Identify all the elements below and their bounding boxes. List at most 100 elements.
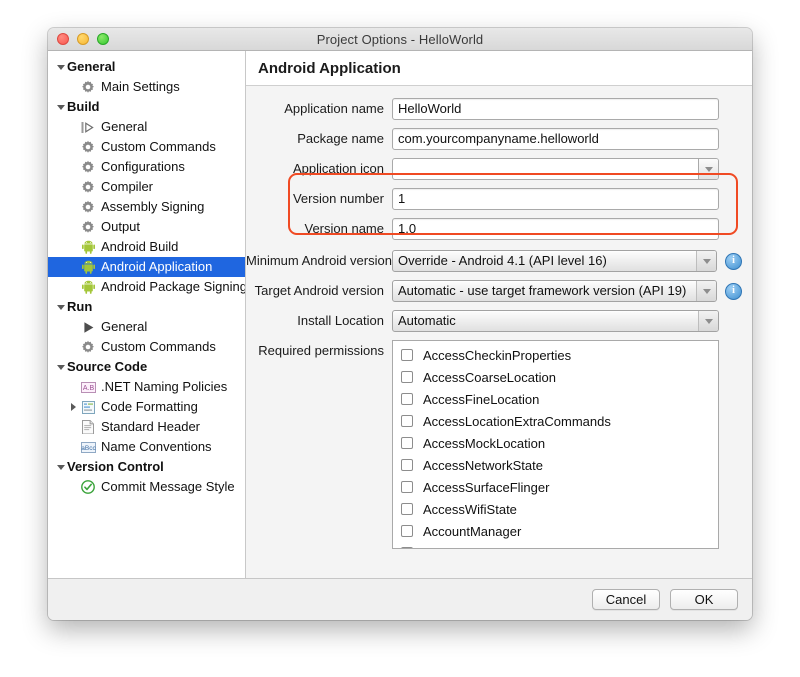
permission-row[interactable]: AccessFineLocation [393, 388, 718, 410]
row-application-name: Application name HelloWorld [246, 98, 742, 120]
sidebar-item-label: Custom Commands [101, 339, 216, 354]
sidebar-item-main-settings[interactable]: Main Settings [48, 77, 245, 97]
permission-row[interactable]: AccessCoarseLocation [393, 366, 718, 388]
target-android-version-select[interactable]: Automatic - use target framework version… [392, 280, 717, 302]
gear-icon [80, 80, 96, 94]
install-location-dropdown-button[interactable] [698, 311, 718, 331]
chevron-down-icon[interactable] [54, 104, 67, 110]
sidebar-item-source-code[interactable]: Source Code [48, 357, 245, 377]
install-location-select[interactable]: Automatic [392, 310, 719, 332]
window-title: Project Options - HelloWorld [316, 31, 484, 47]
target-android-version-label: Target Android version [254, 283, 384, 298]
required-permissions-list[interactable]: AccessCheckinProperties AccessCoarseLocat… [392, 340, 719, 549]
sidebar-item-output[interactable]: Output [48, 217, 245, 237]
permission-row[interactable]: AccessMockLocation [393, 432, 718, 454]
sidebar-item-commit-message-style[interactable]: Commit Message Style [48, 477, 245, 497]
sidebar-item-custom-commands[interactable]: Custom Commands [48, 337, 245, 357]
chevron-down-icon [702, 288, 711, 294]
sidebar-item-general[interactable]: General [48, 57, 245, 77]
permission-row[interactable]: AccessWifiState [393, 498, 718, 520]
permission-row[interactable]: AccountManager [393, 520, 718, 542]
sidebar-item-custom-commands[interactable]: Custom Commands [48, 137, 245, 157]
sidebar-item-label: Android Build [101, 239, 179, 254]
application-icon-label: Application icon [292, 161, 384, 176]
sidebar-item-assembly-signing[interactable]: Assembly Signing [48, 197, 245, 217]
sidebar-item-label: Assembly Signing [101, 199, 205, 214]
svg-text:aBcc: aBcc [81, 445, 96, 452]
permission-checkbox[interactable] [401, 459, 413, 471]
cancel-button[interactable]: Cancel [592, 589, 660, 610]
window-titlebar: Project Options - HelloWorld [48, 28, 752, 51]
sidebar-item-net-naming-policies[interactable]: A.B .NET Naming Policies [48, 377, 245, 397]
application-icon-combobox[interactable] [392, 158, 719, 180]
sidebar-item-name-conventions[interactable]: aBcc Name Conventions [48, 437, 245, 457]
sidebar-item-android-build[interactable]: Android Build [48, 237, 245, 257]
sidebar-item-general[interactable]: General [48, 317, 245, 337]
sidebar-item-label: Build [67, 99, 100, 114]
zoom-button[interactable] [97, 33, 109, 45]
minimize-button[interactable] [77, 33, 89, 45]
sidebar-item-android-package-signing[interactable]: Android Package Signing [48, 277, 245, 297]
target-android-version-dropdown-button[interactable] [696, 281, 716, 301]
application-icon-dropdown-button[interactable] [698, 159, 718, 179]
permission-checkbox[interactable] [401, 371, 413, 383]
permission-checkbox[interactable] [401, 349, 413, 361]
sidebar-item-label: Commit Message Style [101, 479, 235, 494]
version-number-input[interactable]: 1 [392, 188, 719, 210]
sidebar-item-standard-header[interactable]: Standard Header [48, 417, 245, 437]
sidebar-item-version-control[interactable]: Version Control [48, 457, 245, 477]
sidebar-item-label: Main Settings [101, 79, 180, 94]
chevron-down-icon[interactable] [54, 304, 67, 310]
close-button[interactable] [57, 33, 69, 45]
page-title: Android Application [258, 59, 401, 77]
chevron-down-icon[interactable] [54, 464, 67, 470]
version-name-input[interactable]: 1.0 [392, 218, 719, 240]
ok-button[interactable]: OK [670, 589, 738, 610]
permission-row[interactable]: AccessCheckinProperties [393, 344, 718, 366]
chevron-down-icon[interactable] [54, 364, 67, 370]
sidebar-item-label: Custom Commands [101, 139, 216, 154]
sidebar-item-configurations[interactable]: Configurations [48, 157, 245, 177]
sidebar-item-label: .NET Naming Policies [101, 379, 228, 394]
permission-checkbox[interactable] [401, 415, 413, 427]
target-android-version-info-icon[interactable]: i [725, 282, 742, 300]
package-name-label: Package name [297, 131, 384, 146]
sidebar-item-general[interactable]: General [48, 117, 245, 137]
minimum-android-version-label: Minimum Android version [246, 253, 392, 268]
minimum-android-version-select[interactable]: Override - Android 4.1 (API level 16) [392, 250, 717, 272]
package-name-input[interactable]: com.yourcompanyname.helloworld [392, 128, 719, 150]
sidebar-item-label: Name Conventions [101, 439, 212, 454]
minimum-android-version-info-icon[interactable]: i [725, 252, 742, 270]
abc-icon: aBcc [80, 440, 96, 454]
sidebar-item-build[interactable]: Build [48, 97, 245, 117]
chevron-down-icon [704, 166, 713, 172]
permission-checkbox[interactable] [401, 481, 413, 493]
sidebar-item-android-application[interactable]: Android Application [48, 257, 245, 277]
chevron-right-icon[interactable] [67, 403, 80, 411]
minimum-android-version-value: Override - Android 4.1 (API level 16) [398, 253, 607, 268]
permission-label: AccessWifiState [423, 501, 517, 517]
permission-checkbox[interactable] [401, 547, 413, 548]
permission-row[interactable]: AccessLocationExtraCommands [393, 410, 718, 432]
permission-row[interactable]: AccessNetworkState [393, 454, 718, 476]
sidebar-item-label: Android Package Signing [101, 279, 246, 294]
permission-label: AccountManager [423, 523, 522, 539]
minimum-android-version-dropdown-button[interactable] [696, 251, 716, 271]
application-name-input[interactable]: HelloWorld [392, 98, 719, 120]
permission-label: AccessNetworkState [423, 457, 543, 473]
permission-row[interactable]: AccessSurfaceFlinger [393, 476, 718, 498]
sidebar-item-compiler[interactable]: Compiler [48, 177, 245, 197]
sidebar-item-code-formatting[interactable]: Code Formatting [48, 397, 245, 417]
row-application-icon: Application icon [246, 158, 742, 180]
options-sidebar[interactable]: General Main Settings Build General Custom C… [48, 51, 246, 578]
row-minimum-android-version: Minimum Android version Override - Andro… [246, 250, 742, 272]
permission-checkbox[interactable] [401, 525, 413, 537]
chevron-down-icon[interactable] [54, 64, 67, 70]
sidebar-item-label: General [101, 119, 148, 134]
permission-checkbox[interactable] [401, 437, 413, 449]
permission-row[interactable]: AddVoicemail [393, 542, 718, 548]
sidebar-item-run[interactable]: Run [48, 297, 245, 317]
permission-checkbox[interactable] [401, 393, 413, 405]
permission-checkbox[interactable] [401, 503, 413, 515]
permission-label: AccessFineLocation [423, 391, 540, 407]
